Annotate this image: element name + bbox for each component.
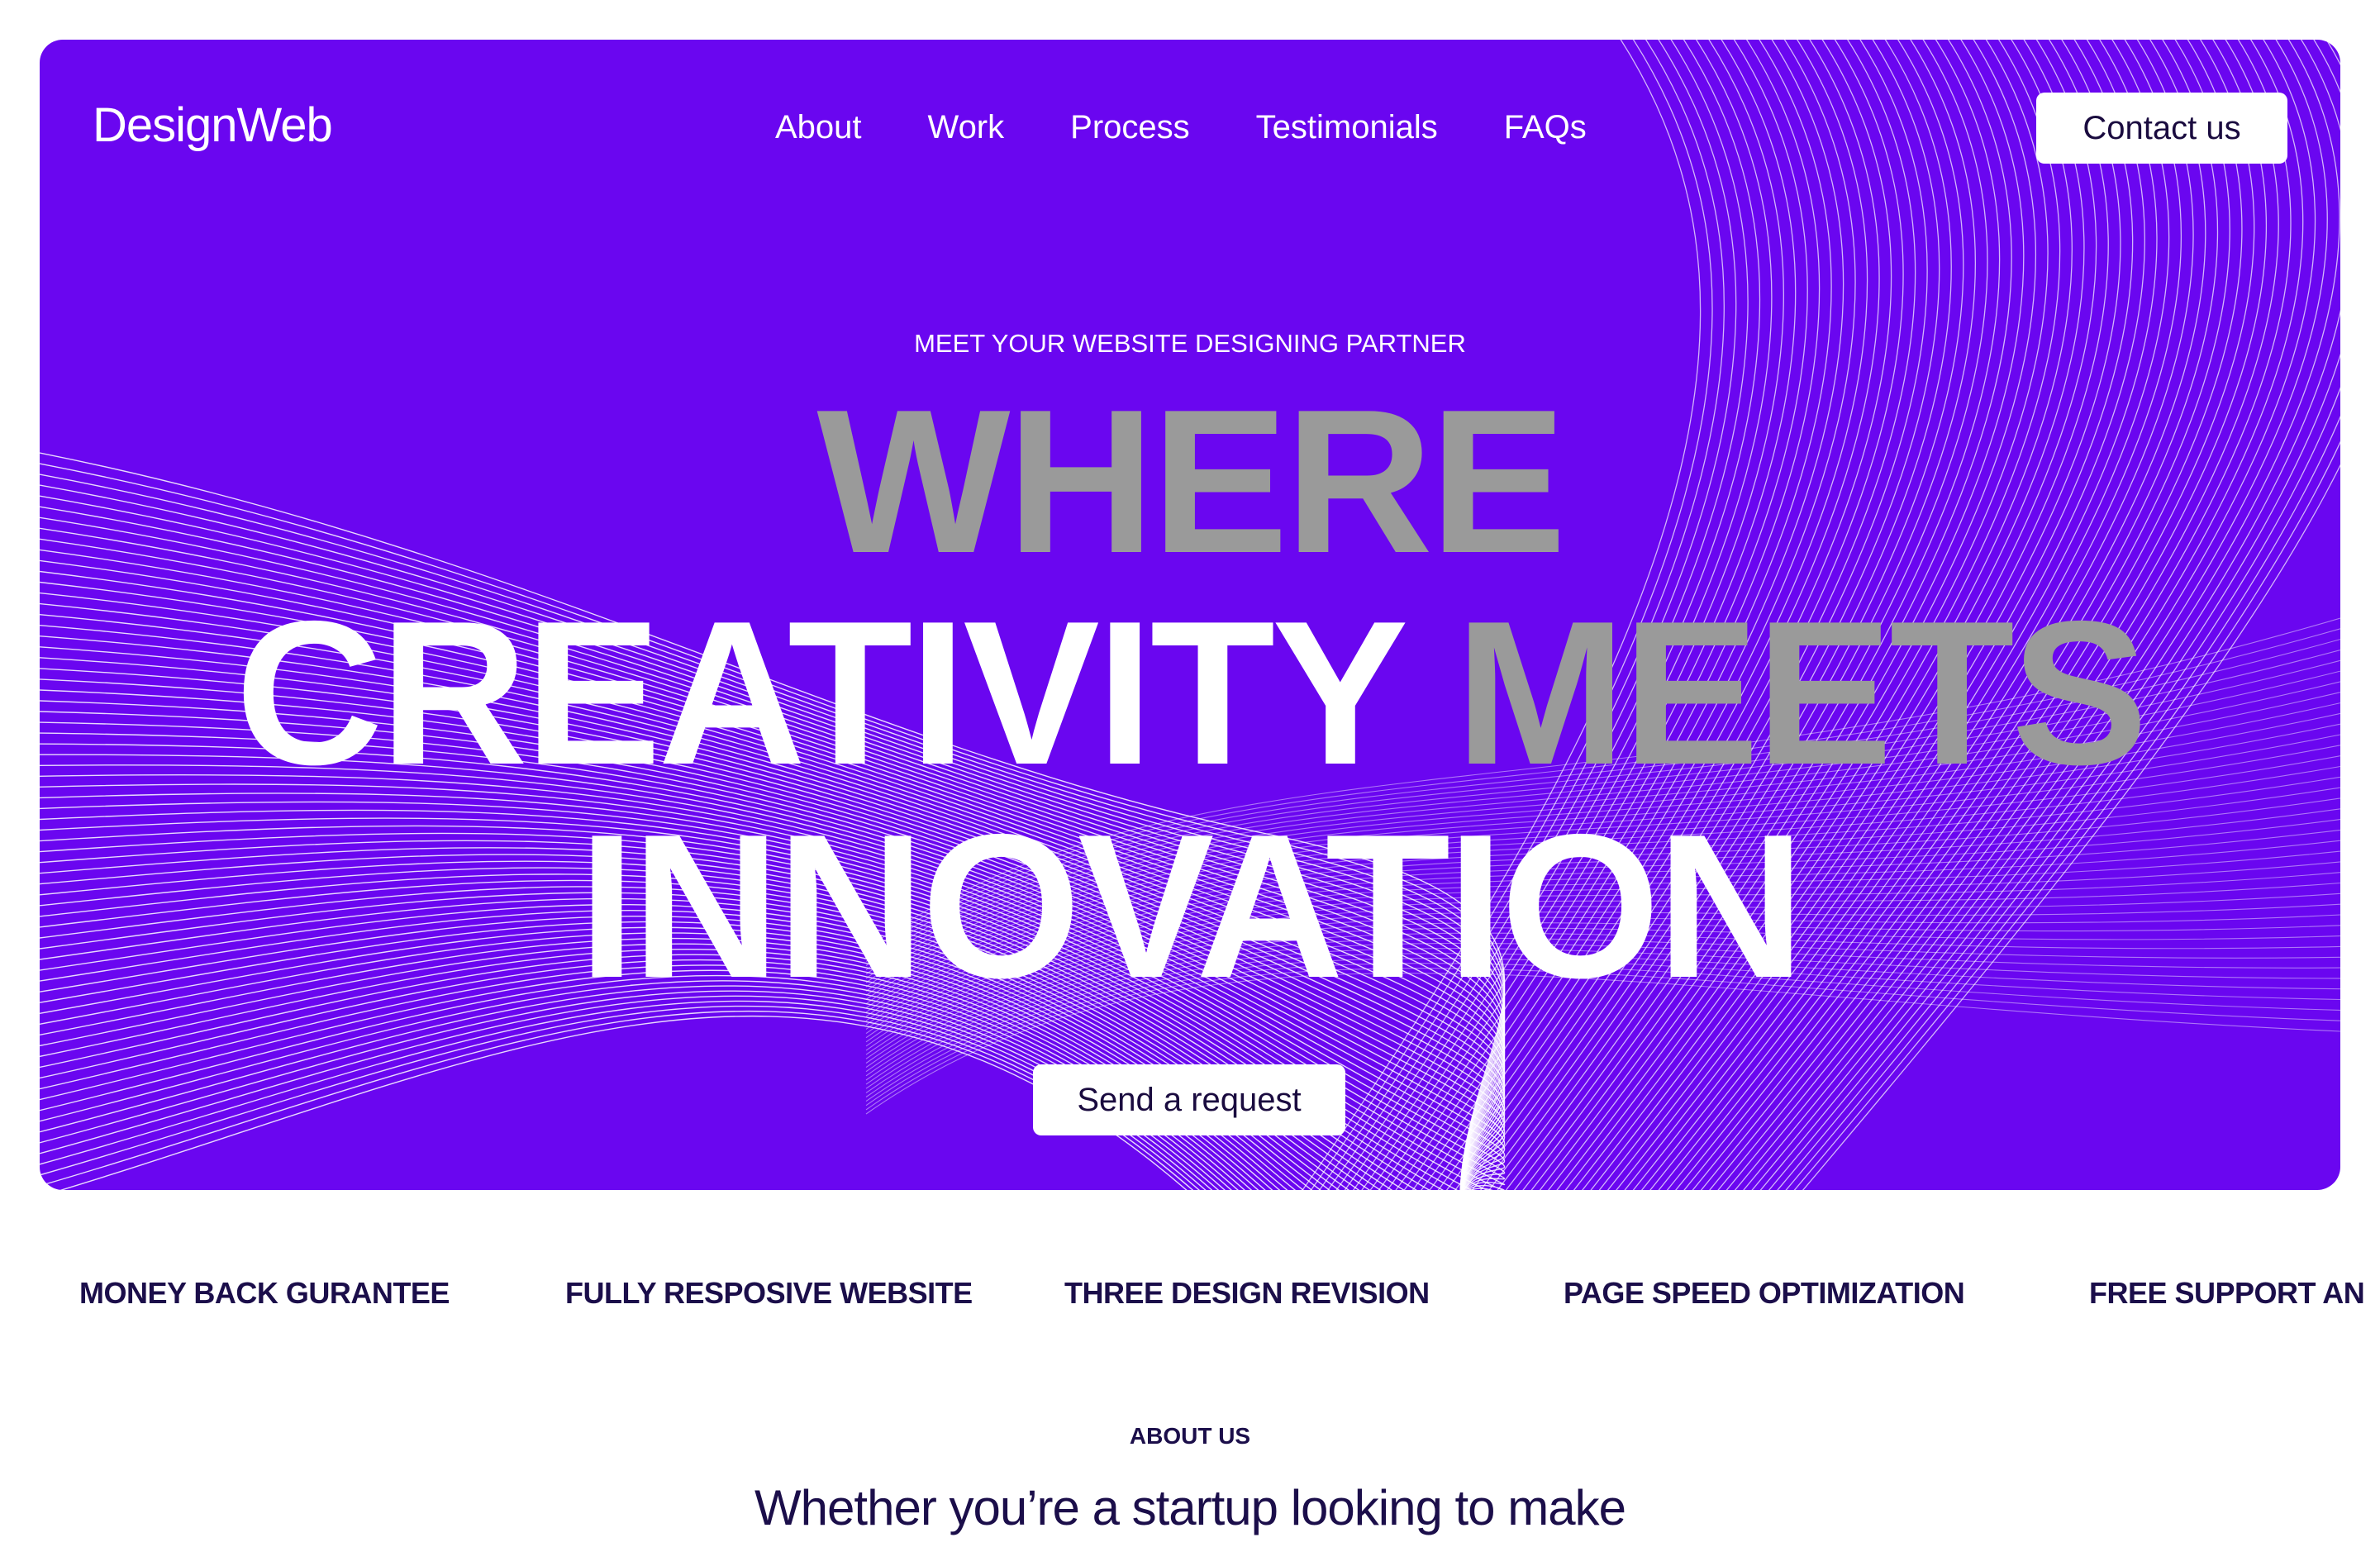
headline-word-innovation: INNOVATION <box>578 791 1805 1021</box>
nav-link-process[interactable]: Process <box>1070 109 1190 146</box>
nav-link-work[interactable]: Work <box>928 109 1005 146</box>
nav-link-testimonials[interactable]: Testimonials <box>1256 109 1438 146</box>
hero-headline-line-2: CREATIVITY MEETS <box>40 590 2340 795</box>
feature-item: PAGE SPEED OPTIMIZATION <box>1564 1276 1965 1310</box>
about-section-heading: Whether you’re a startup looking to make <box>754 1480 1626 1535</box>
about-section-label: ABOUT US <box>1129 1423 1251 1449</box>
hero-headline-line-1: WHERE <box>40 378 2340 583</box>
main-nav: About Work Process Testimonials FAQs <box>775 109 1587 146</box>
feature-item: THREE DESIGN REVISION <box>1064 1276 1430 1310</box>
site-logo[interactable]: DesignWeb <box>93 98 333 153</box>
contact-us-button[interactable]: Contact us <box>2036 93 2287 164</box>
features-marquee: MONEY BACK GURANTEE FULLY RESPOSIVE WEBS… <box>79 1276 2380 1326</box>
feature-item: MONEY BACK GURANTEE <box>79 1276 450 1310</box>
nav-link-faqs[interactable]: FAQs <box>1504 109 1587 146</box>
headline-word-creativity: CREATIVITY <box>235 578 1405 807</box>
hero-eyebrow: MEET YOUR WEBSITE DESIGNING PARTNER <box>914 329 1466 358</box>
headline-word-meets: MEETS <box>1455 578 2148 807</box>
feature-item: FREE SUPPORT AN <box>2089 1276 2365 1310</box>
hero-headline-line-3: INNOVATION <box>40 803 2340 1008</box>
feature-item: FULLY RESPOSIVE WEBSITE <box>565 1276 973 1310</box>
headline-word-where: WHERE <box>816 366 1566 596</box>
send-request-button[interactable]: Send a request <box>1033 1064 1345 1135</box>
hero-section: DesignWeb About Work Process Testimonial… <box>40 40 2340 1190</box>
nav-link-about[interactable]: About <box>775 109 862 146</box>
